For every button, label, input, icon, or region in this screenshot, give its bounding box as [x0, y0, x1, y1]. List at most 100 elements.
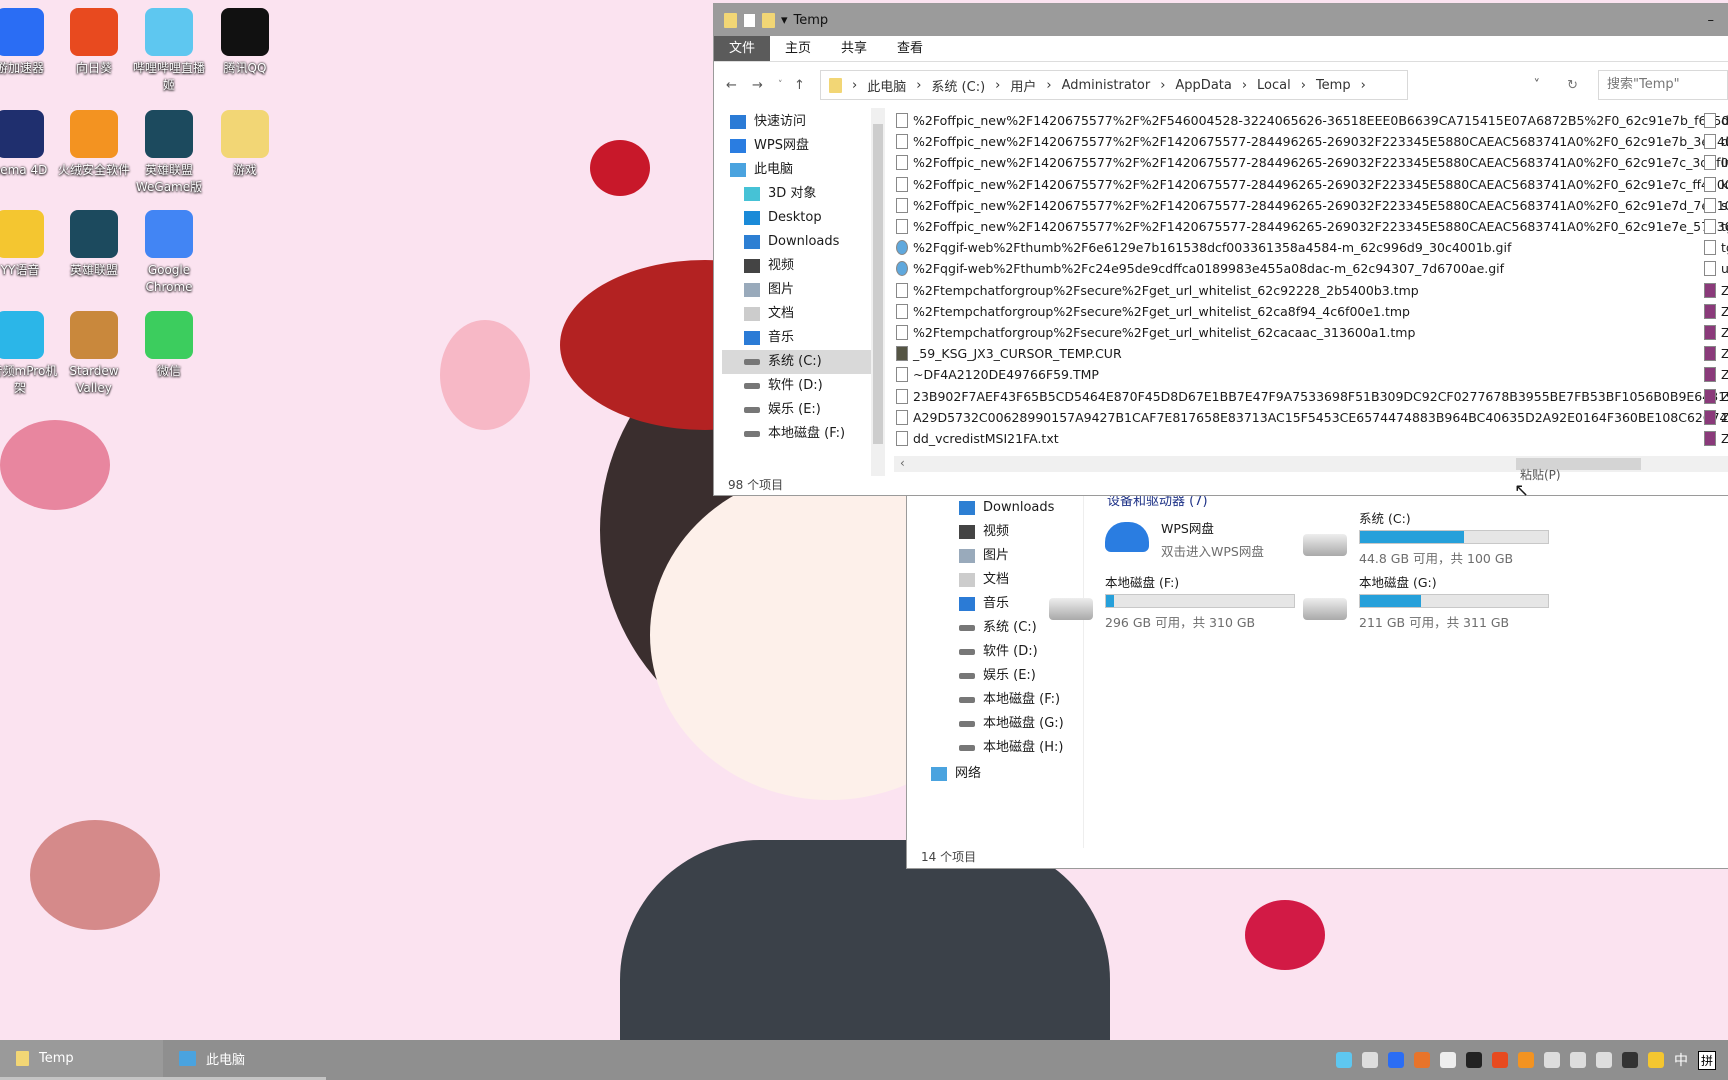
search-input[interactable]: 搜索"Temp": [1598, 70, 1728, 100]
desktop-icon-item[interactable]: 英雄联盟: [56, 210, 132, 279]
network-icon[interactable]: [1569, 1052, 1586, 1068]
file-row[interactable]: %2Foffpic_new%2F1420675577%2F%2F14206755…: [896, 131, 1728, 152]
accelerator-icon[interactable]: [1387, 1052, 1404, 1068]
file-row[interactable]: Z: [1704, 343, 1728, 364]
breadcrumb-item[interactable]: Administrator: [1062, 78, 1151, 93]
file-row[interactable]: Z: [1704, 364, 1728, 385]
tab-view[interactable]: 查看: [882, 36, 938, 61]
desktop-icon-item[interactable]: 哔哩哔哩直播姬: [131, 8, 207, 94]
nav-scrollbar[interactable]: [871, 108, 885, 476]
file-row[interactable]: %2Foffpic_new%2F1420675577%2F%2F14206755…: [896, 195, 1728, 216]
yy-icon[interactable]: [1647, 1052, 1664, 1068]
file-row[interactable]: 23B902F7AEF43F65B5CD5464E870F45D8D67E1BB…: [896, 385, 1728, 406]
file-row[interactable]: Z: [1704, 280, 1728, 301]
file-row[interactable]: %2Fqgif-web%2Fthumb%2Fc24e95de9cdffca018…: [896, 258, 1696, 279]
taskbar-item-this-pc[interactable]: 此电脑: [163, 1040, 326, 1080]
horizontal-scrollbar[interactable]: ‹: [894, 456, 1728, 472]
file-row[interactable]: %2Foffpic_new%2F1420675577%2F%2F14206755…: [896, 216, 1728, 237]
nav-item[interactable]: 文档: [722, 302, 882, 326]
file-row[interactable]: A29D5732C00628990157A9427B1CAF7E817658E8…: [896, 407, 1728, 428]
desktop-icon-item[interactable]: 腾讯QQ: [207, 8, 283, 77]
file-row[interactable]: %2Ftempchatforgroup%2Fsecure%2Fget_url_w…: [896, 301, 1696, 322]
file-row[interactable]: Z: [1704, 428, 1728, 449]
file-row[interactable]: tg: [1704, 237, 1728, 258]
file-row[interactable]: Z: [1704, 322, 1728, 343]
tab-home[interactable]: 主页: [770, 36, 826, 61]
tab-file[interactable]: 文件: [714, 36, 771, 61]
avatar-icon[interactable]: [1621, 1052, 1638, 1068]
file-row[interactable]: %2Ftempchatforgroup%2Fsecure%2Fget_url_w…: [896, 322, 1696, 343]
nav-item[interactable]: 系统 (C:): [722, 350, 882, 374]
nav-item[interactable]: 此电脑: [722, 158, 882, 182]
usb-icon[interactable]: [1543, 1052, 1560, 1068]
taskbar-item-temp[interactable]: Temp: [0, 1040, 163, 1080]
ime-mode-indicator[interactable]: 中: [1674, 1050, 1688, 1070]
nav-item[interactable]: 3D 对象: [722, 182, 882, 206]
up-button[interactable]: ↑: [794, 78, 805, 93]
nav-item[interactable]: 图片: [937, 544, 1087, 568]
nav-item[interactable]: 视频: [937, 520, 1087, 544]
nav-item[interactable]: WPS网盘: [722, 134, 882, 158]
drive-tile[interactable]: 本地磁盘 (F:) 296 GB 可用，共 310 GB: [1049, 572, 1319, 631]
nav-item[interactable]: 本地磁盘 (F:): [722, 422, 882, 446]
ime-pinyin-indicator[interactable]: 拼: [1697, 1050, 1716, 1070]
breadcrumb-item[interactable]: 此电脑: [867, 76, 906, 95]
minimize-button[interactable]: –: [1708, 13, 1715, 28]
desktop-icon-item[interactable]: YY语音: [0, 210, 58, 279]
file-row[interactable]: d: [1704, 131, 1728, 152]
nav-item[interactable]: 本地磁盘 (F:): [937, 688, 1087, 712]
nav-item[interactable]: 娱乐 (E:): [722, 398, 882, 422]
nav-item[interactable]: 本地磁盘 (H:): [937, 736, 1087, 760]
nav-item[interactable]: 快速访问: [722, 110, 882, 134]
desktop-icon-item[interactable]: 向日葵: [56, 8, 132, 77]
desktop-icon-item[interactable]: 微信: [131, 311, 207, 380]
new-folder-icon[interactable]: [762, 12, 775, 28]
file-row[interactable]: s: [1704, 195, 1728, 216]
desktop-icon-item[interactable]: 火绒安全软件: [56, 110, 132, 179]
nav-item[interactable]: Downloads: [937, 496, 1087, 520]
nav-item[interactable]: 软件 (D:): [937, 640, 1087, 664]
recent-dropdown-icon[interactable]: ˅: [778, 80, 783, 90]
file-row[interactable]: ~DF4A2120DE49766F59.TMP: [896, 364, 1696, 385]
mic-icon[interactable]: [1439, 1052, 1456, 1068]
title-bar[interactable]: ▾ Temp –: [714, 4, 1728, 36]
breadcrumb-item[interactable]: Local: [1257, 78, 1291, 93]
file-row[interactable]: in: [1704, 152, 1728, 173]
desktop-icon-item[interactable]: K音频mPro机架: [0, 311, 58, 397]
drive-tile[interactable]: 系统 (C:) 44.8 GB 可用，共 100 GB: [1303, 508, 1573, 567]
breadcrumb-item[interactable]: Temp: [1316, 78, 1351, 93]
nav-item[interactable]: Downloads: [722, 230, 882, 254]
nav-item[interactable]: 本地磁盘 (G:): [937, 712, 1087, 736]
bilibili-live-icon[interactable]: [1335, 1052, 1352, 1068]
nav-item[interactable]: 娱乐 (E:): [937, 664, 1087, 688]
file-row[interactable]: Z: [1704, 407, 1728, 428]
volume-icon[interactable]: [1595, 1052, 1612, 1068]
breadcrumb-item[interactable]: 用户: [1010, 76, 1036, 95]
desktop-icon-item[interactable]: Stardew Valley: [56, 311, 132, 397]
huorong-icon[interactable]: [1413, 1052, 1430, 1068]
back-button[interactable]: ←: [726, 78, 737, 93]
file-row[interactable]: %2Foffpic_new%2F1420675577%2F%2F14206755…: [896, 174, 1728, 195]
breadcrumb[interactable]: › 此电脑 › 系统 (C:) › 用户 › Administrator › AppData › Lo…: [820, 70, 1408, 100]
breadcrumb-item[interactable]: AppData: [1175, 78, 1231, 93]
section-header[interactable]: 设备和驱动器 (7): [1107, 496, 1208, 509]
desktop-icon-item[interactable]: 游戏: [207, 110, 283, 179]
desktop-icon-item[interactable]: nema 4D: [0, 110, 58, 179]
wps-drive[interactable]: WPS网盘 双击进入WPS网盘: [1105, 518, 1264, 560]
file-row[interactable]: Z: [1704, 301, 1728, 322]
file-row[interactable]: k: [1704, 174, 1728, 195]
file-row[interactable]: Z: [1704, 385, 1728, 406]
tab-share[interactable]: 共享: [826, 36, 882, 61]
desktop-icon-item[interactable]: 英雄联盟WeGame版: [131, 110, 207, 196]
file-row[interactable]: %2Fqgif-web%2Fthumb%2F6e6129e7b161538dcf…: [896, 237, 1696, 258]
desktop-icon-item[interactable]: Google Chrome: [131, 210, 207, 296]
nav-item[interactable]: Desktop: [722, 206, 882, 230]
address-dropdown-icon[interactable]: ˅: [1534, 78, 1541, 93]
nav-item[interactable]: 软件 (D:): [722, 374, 882, 398]
breadcrumb-item[interactable]: 系统 (C:): [931, 76, 985, 95]
file-row[interactable]: d: [1704, 110, 1728, 131]
file-row[interactable]: tg: [1704, 216, 1728, 237]
refresh-button[interactable]: ↻: [1567, 78, 1578, 93]
file-row[interactable]: %2Foffpic_new%2F1420675577%2F%2F14206755…: [896, 152, 1728, 173]
desktop-icon-item[interactable]: 游加速器: [0, 8, 58, 77]
